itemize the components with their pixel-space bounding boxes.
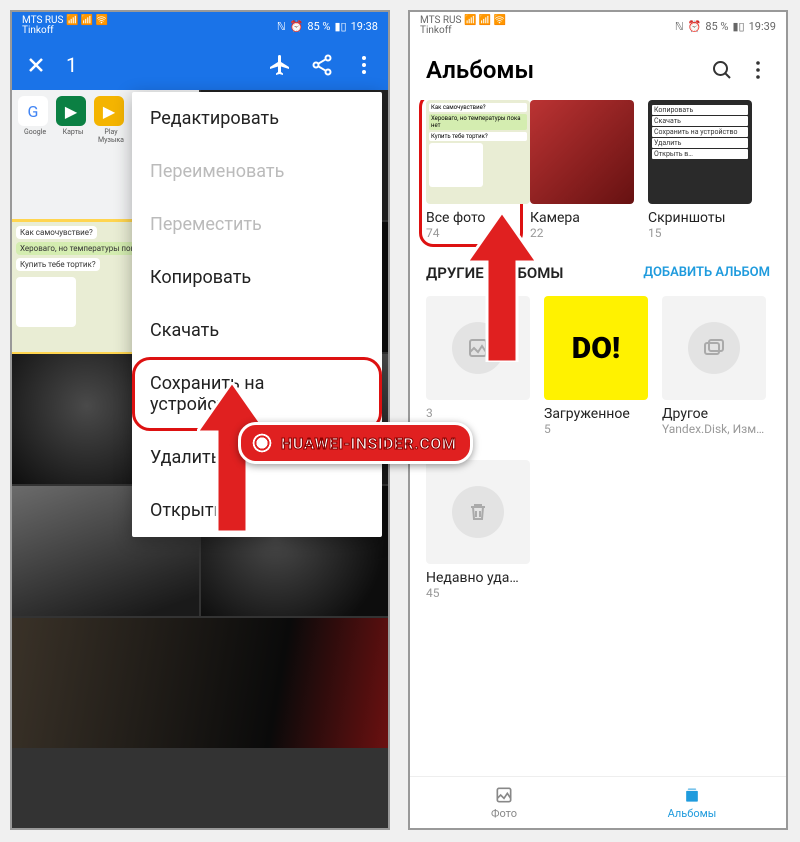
menu-rename: Переименовать	[132, 145, 382, 198]
nfc-icon: ℕ	[277, 20, 286, 33]
album-other[interactable]: Другое Yandex.Disk, Изм…	[662, 296, 766, 436]
album-recently-deleted[interactable]: Недавно уда… 45	[426, 460, 530, 600]
nav-photos[interactable]: Фото	[410, 777, 598, 828]
photo-thumb[interactable]	[12, 618, 388, 748]
status-bar: MTS RUS 📶 📶 🛜 Tinkoff ℕ ⏰ 85 % ▮▯ 19:38	[12, 12, 388, 40]
album-downloads[interactable]: DO! Загруженное 5	[544, 296, 648, 436]
page-title: Альбомы	[426, 56, 698, 84]
share-icon[interactable]	[310, 53, 334, 77]
selection-action-bar: 1	[12, 40, 388, 90]
add-album-button[interactable]: ДОБАВИТЬ АЛЬБОМ	[643, 266, 770, 281]
search-icon[interactable]	[710, 58, 734, 82]
status-carrier: MTS RUS 📶 📶 🛜 Tinkoff	[22, 16, 108, 37]
alarm-icon: ⏰	[688, 20, 702, 33]
close-icon[interactable]	[24, 53, 48, 77]
bottom-nav: Фото Альбомы	[410, 776, 786, 828]
status-carrier: MTS RUS 📶 📶 🛜 Tinkoff	[420, 16, 506, 37]
battery-icon: ▮▯	[334, 20, 346, 33]
status-right: ℕ ⏰ 85 % ▮▯ 19:39	[675, 20, 776, 33]
offline-icon[interactable]	[268, 53, 292, 77]
phone-left-screenshot: MTS RUS 📶 📶 🛜 Tinkoff ℕ ⏰ 85 % ▮▯ 19:38 …	[10, 10, 390, 830]
menu-move: Переместить	[132, 198, 382, 251]
trash-icon	[452, 486, 504, 538]
menu-copy[interactable]: Копировать	[132, 251, 382, 304]
status-bar: MTS RUS 📶 📶 🛜 Tinkoff ℕ ⏰ 85 % ▮▯ 19:39	[410, 12, 786, 40]
alarm-icon: ⏰	[290, 20, 304, 33]
huawei-logo-icon	[249, 430, 275, 456]
album-screenshots[interactable]: Копировать Скачать Сохранить на устройст…	[648, 100, 752, 240]
more-icon[interactable]	[746, 58, 770, 82]
battery-icon: ▮▯	[732, 20, 744, 33]
menu-download[interactable]: Скачать	[132, 304, 382, 357]
folder-icon	[688, 322, 740, 374]
more-icon[interactable]	[352, 53, 376, 77]
status-right: ℕ ⏰ 85 % ▮▯ 19:38	[277, 20, 378, 33]
menu-edit[interactable]: Редактировать	[132, 92, 382, 145]
phone-right-screenshot: MTS RUS 📶 📶 🛜 Tinkoff ℕ ⏰ 85 % ▮▯ 19:39 …	[408, 10, 788, 830]
watermark-badge: HUAWEI-INSIDER.COM	[238, 422, 473, 464]
nfc-icon: ℕ	[675, 20, 684, 33]
nav-albums[interactable]: Альбомы	[598, 777, 786, 828]
albums-header: Альбомы	[410, 40, 786, 100]
selection-count: 1	[66, 53, 77, 77]
annotation-arrow	[467, 212, 537, 362]
album-camera[interactable]: Камера 22	[530, 100, 634, 240]
